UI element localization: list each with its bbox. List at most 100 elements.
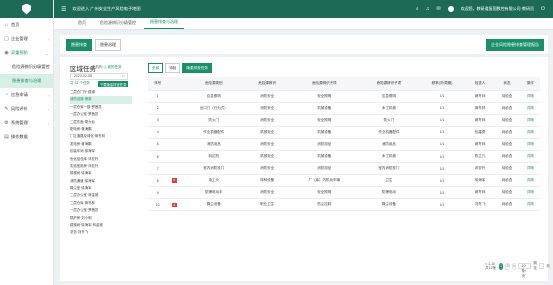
- tree-item[interactable]: 消防通道·徐海军: [70, 178, 132, 185]
- table-cell: 消防安全: [246, 138, 289, 151]
- goto-page-input[interactable]: [539, 263, 545, 269]
- sidebar-item-8[interactable]: ▤ 操作数据: [0, 130, 53, 144]
- table-cell: 降尘设备: [360, 198, 418, 212]
- table-cell: [167, 186, 182, 200]
- sidebar-item-0[interactable]: ⌂ 首页: [0, 18, 53, 32]
- detail-link[interactable]: 详情: [520, 162, 540, 176]
- tree-item[interactable]: 二层东面·周大仙: [70, 119, 132, 126]
- filter-bar: 隐患排查 隐患治理 企业风险隐患排查管理报告: [60, 35, 548, 54]
- filter-pending-button[interactable]: 待检: [165, 63, 181, 73]
- tree-item[interactable]: 降尘室·徐海军: [70, 185, 132, 192]
- tab-hazard-control[interactable]: 危险源辨识分级管控: [94, 18, 142, 29]
- tree-item[interactable]: 一层仓库一楼·罗茜蕊: [70, 104, 132, 111]
- message-icon[interactable]: ✉: [436, 6, 440, 12]
- detail-link[interactable]: 详情: [520, 102, 540, 115]
- table-row: 3 防火门 消防安全 安全照明 防火门 1/1 蒋冬林 待检查 详情: [148, 114, 540, 127]
- column-header: 状态: [493, 77, 521, 91]
- table-cell: 待检查: [493, 126, 521, 139]
- tree-item[interactable]: 消防设施·喷淋: [70, 96, 132, 104]
- sidebar-item-7[interactable]: ⚙ 系统管理 ›: [0, 116, 53, 130]
- main-panel: 区域任务 全机构 ◎ 我的任务 2023-02-08 ▭ 共 31 个任务 下载…: [60, 57, 550, 281]
- page-size-select[interactable]: 10 条/页: [518, 263, 532, 278]
- tab-home[interactable]: 首页: [72, 18, 92, 29]
- table-cell: 3: [148, 114, 168, 127]
- tab-hidden-danger[interactable]: 隐患排查与治理: [144, 17, 184, 29]
- sidebar-item-4[interactable]: 隐患排查与治理: [0, 74, 53, 88]
- sidebar: ⌂ 首页 ▢ 企业管理 › ◉ 双重预防 ⌄ 危险源辨识分级管控隐患排查与治理 ◔ 应急申请 › ✎ 风险…: [0, 0, 54, 285]
- table-cell: 木工机械: [360, 102, 418, 115]
- detail-link[interactable]: 详情: [520, 114, 540, 127]
- tree-item[interactable]: 发电房·蒋海鹏: [70, 141, 132, 148]
- table-cell: 8: [167, 198, 182, 212]
- next-page-button[interactable]: >: [511, 262, 517, 270]
- logout-icon[interactable]: ⏻: [541, 6, 545, 12]
- detail-link[interactable]: 详情: [520, 198, 540, 212]
- column-header: 危险源类别: [181, 77, 247, 91]
- tree-item[interactable]: 二层仓库·蒋冬林: [70, 200, 132, 207]
- table-cell: 待检查: [493, 138, 521, 151]
- tree-item[interactable]: 一层办公室·罗茜蕊: [70, 207, 132, 214]
- tree-item[interactable]: 二层仓门厅·楼道: [70, 89, 132, 96]
- detail-link[interactable]: 详情: [520, 90, 540, 103]
- tree-item[interactable]: 实验室用房·邓亚玲: [70, 163, 132, 170]
- notification-bell-icon[interactable]: ♫: [426, 6, 430, 12]
- export-tasks-button[interactable]: 隐患排查任务: [182, 63, 212, 73]
- table-cell: 待检查: [493, 162, 521, 176]
- table-cell: 1/1: [417, 114, 467, 127]
- user-avatar[interactable]: [447, 6, 454, 12]
- page-1-button[interactable]: 1: [498, 262, 504, 270]
- table-row: 4 作业机器配件 机械安全 机械设备 作业机器配件 1/1 包建勇 待检查 详情: [148, 126, 540, 139]
- table-cell: 消防用品: [288, 162, 361, 176]
- table-cell: 1: [148, 90, 168, 103]
- sidebar-item-3[interactable]: 危险源辨识分级管控: [0, 60, 53, 74]
- table-cell: 卫生: [360, 174, 418, 188]
- govern-button[interactable]: 隐患治理: [95, 38, 121, 51]
- sidebar-item-6[interactable]: ✎ 风险评价 ›: [0, 102, 53, 116]
- search-icon[interactable]: ⌕: [416, 6, 419, 12]
- tree-item[interactable]: 厂区道路及绿化·蒋冬林: [70, 133, 132, 140]
- table-cell: 1/1: [417, 102, 467, 115]
- tree-item[interactable]: 一层办公室·罗茜蕊: [70, 111, 132, 118]
- date-picker[interactable]: 2023-02-08 ▭: [70, 73, 128, 80]
- sidebar-menu: ⌂ 首页 ▢ 企业管理 › ◉ 双重预防 ⌄ 危险源辨识分级管控隐患排查与治理 ◔ 应急申请 › ✎ 风险…: [0, 18, 53, 144]
- table-cell: 待检查: [493, 150, 521, 164]
- check-button[interactable]: 隐患排查: [66, 38, 92, 51]
- tree-item[interactable]: 二层办公室·林金城: [70, 192, 132, 199]
- tree-item[interactable]: 楼梯间·徐海军·林金城: [70, 222, 132, 229]
- sidebar-item-icon: ▤: [4, 133, 9, 140]
- detail-link[interactable]: 详情: [520, 138, 540, 151]
- region-filter-all[interactable]: 全机构: [92, 65, 103, 69]
- user-info[interactable]: 欢迎您，教研道复国数控有限公司·教研员: [461, 6, 534, 12]
- table-cell: 特种设备: [246, 174, 289, 188]
- sidebar-item-5[interactable]: ◔ 应急申请 ›: [0, 88, 53, 102]
- detail-link[interactable]: 详情: [520, 186, 540, 200]
- tree-item[interactable]: 总务·刘冬飞: [70, 229, 132, 236]
- page-2-button[interactable]: 2: [505, 262, 510, 270]
- chevron-icon: ›: [47, 106, 49, 112]
- filter-all-button[interactable]: 全部: [148, 63, 164, 73]
- menu-toggle-icon[interactable]: ☰: [61, 6, 66, 13]
- table-cell: 6: [148, 150, 168, 164]
- table-cell: 安全照明: [288, 114, 361, 127]
- table-cell: 防爆电动手: [181, 186, 247, 200]
- task-table: 序号 危险源类别 危险源辨识 危险源辨识子项 危险源辨识子项 频率(次/周期) 检查人 状态操…: [148, 77, 540, 212]
- table-cell: 厂（库）内机动车辆: [288, 174, 361, 188]
- table-cell: 7: [148, 162, 168, 176]
- sidebar-item-label: 危险源辨识分级管控: [12, 64, 50, 69]
- tree-item[interactable]: 包装车间·徐海军: [70, 148, 132, 155]
- detail-link[interactable]: 详情: [520, 174, 540, 188]
- tree-item[interactable]: 楼梯间·徐海军: [70, 170, 132, 177]
- table-cell: 1/1: [417, 198, 467, 212]
- table-cell: 职业卫生: [246, 198, 289, 212]
- sidebar-item-1[interactable]: ▢ 企业管理 ›: [0, 32, 53, 46]
- tree-item[interactable]: 锅炉房·刘小明: [70, 215, 132, 222]
- detail-link[interactable]: 详情: [520, 126, 540, 139]
- tree-item[interactable]: 危化品仓库·邓亚玲: [70, 156, 132, 163]
- sidebar-item-2[interactable]: ◉ 双重预防 ⌄: [0, 46, 53, 60]
- tree-item[interactable]: 配电房·蒋海鹏: [70, 126, 132, 133]
- detail-link[interactable]: 详情: [520, 150, 540, 164]
- column-header: 序号: [148, 77, 168, 91]
- report-button[interactable]: 企业风险隐患排查管理报告: [486, 39, 544, 51]
- my-task-toggle[interactable]: ◎ 我的任务: [103, 65, 121, 69]
- download-tasks-button[interactable]: 下载隐患排查任务: [98, 81, 129, 87]
